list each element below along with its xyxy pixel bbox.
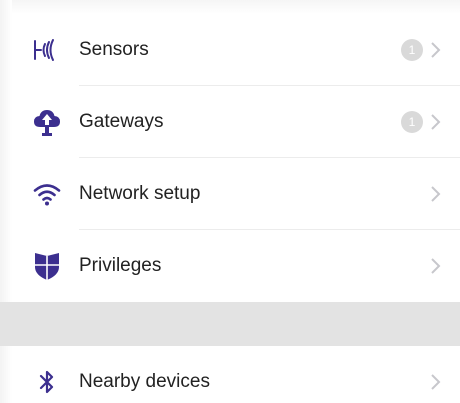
chevron-right-icon [431, 374, 441, 390]
wifi-icon [30, 177, 64, 211]
bluetooth-icon [30, 365, 64, 399]
count-badge: 1 [401, 39, 423, 61]
menu-item-label: Gateways [79, 111, 164, 132]
menu-item-gateways[interactable]: Gateways 1 [0, 86, 460, 158]
menu-item-privileges[interactable]: Privileges [0, 230, 460, 302]
count-badge: 1 [401, 111, 423, 133]
menu-item-label: Privileges [79, 255, 162, 276]
settings-screen: Sensors 1 Gateways 1 Network setup Privi… [0, 0, 460, 403]
menu-item-nearby-devices[interactable]: Nearby devices [0, 346, 460, 403]
chevron-right-icon [431, 258, 441, 274]
chevron-right-icon [431, 42, 441, 58]
menu-item-sensors[interactable]: Sensors 1 [0, 14, 460, 86]
top-shadow [0, 0, 460, 14]
chevron-right-icon [431, 114, 441, 130]
shield-icon [30, 249, 64, 283]
menu-item-network-setup[interactable]: Network setup [0, 158, 460, 230]
menu-item-label: Nearby devices [79, 371, 210, 392]
menu-item-label: Network setup [79, 183, 201, 204]
section-separator [0, 302, 460, 346]
sensor-signal-icon [30, 33, 64, 67]
cloud-upload-icon [30, 105, 64, 139]
chevron-right-icon [431, 186, 441, 202]
menu-item-label: Sensors [79, 39, 149, 60]
settings-list: Sensors 1 Gateways 1 Network setup Privi… [0, 14, 460, 403]
